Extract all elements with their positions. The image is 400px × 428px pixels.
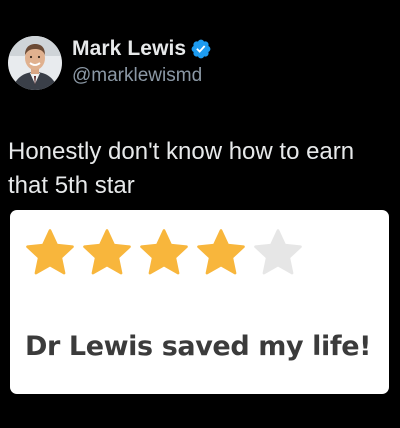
tweet-text: Honestly don't know how to earn that 5th…: [8, 138, 361, 199]
star-filled-icon: [83, 229, 131, 275]
author-handle[interactable]: @marklewismd: [72, 64, 212, 88]
display-name-row: Mark Lewis: [72, 36, 212, 62]
tweet-header: Mark Lewis @marklewismd: [8, 36, 212, 90]
star-filled-icon: [140, 229, 188, 275]
review-text: Dr Lewis saved my life!: [25, 331, 372, 362]
avatar[interactable]: [8, 36, 62, 90]
display-name[interactable]: Mark Lewis: [72, 36, 186, 62]
verified-badge-icon: [191, 39, 211, 59]
review-card-image[interactable]: Dr Lewis saved my life!: [10, 210, 389, 394]
author-names: Mark Lewis @marklewismd: [72, 36, 212, 88]
star-rating: [24, 227, 309, 279]
star-filled-icon: [26, 229, 74, 275]
star-empty-icon: [254, 229, 302, 275]
star-filled-icon: [197, 229, 245, 275]
